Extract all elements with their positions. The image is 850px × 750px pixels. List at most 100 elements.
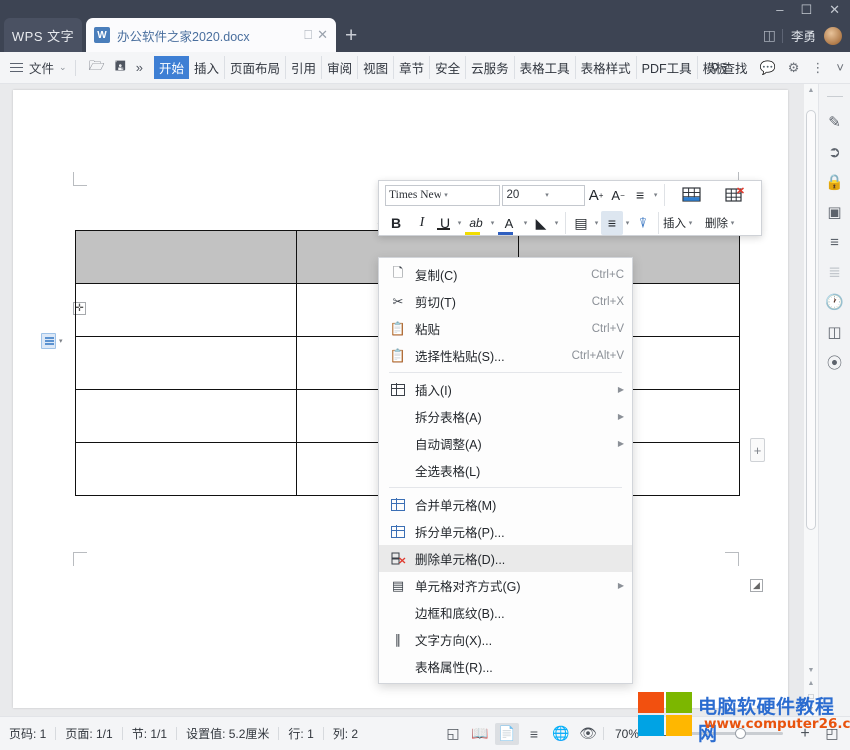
context-menu-item[interactable]: 全选表格(L) (379, 457, 632, 484)
status-item[interactable]: 列: 2 (324, 725, 367, 742)
history-clock-icon[interactable]: 🕐 (822, 287, 848, 317)
chevron-down-icon[interactable]: ▾ (651, 183, 660, 207)
ribbon-tab-5[interactable]: 视图 (358, 56, 394, 79)
borders-icon[interactable]: ▤ (570, 211, 592, 235)
context-menu-item[interactable]: ∥文字方向(X)... (379, 626, 632, 653)
ribbon-tab-6[interactable]: 章节 (394, 56, 430, 79)
bold-button[interactable]: B (383, 211, 409, 235)
ribbon-tab-10[interactable]: 表格样式 (576, 56, 637, 79)
scroll-up-arrow[interactable]: ▲ (804, 84, 818, 97)
shading-color-icon[interactable]: ◣ (530, 211, 552, 235)
ribbon-tab-3[interactable]: 引用 (286, 56, 322, 79)
table-insert-icon[interactable] (669, 183, 713, 207)
context-menu-item[interactable]: 边框和底纹(B)... (379, 599, 632, 626)
context-menu-item[interactable]: 📋粘贴Ctrl+V (379, 315, 632, 342)
ribbon-tab-7[interactable]: 安全 (430, 56, 466, 79)
hamburger-icon[interactable] (10, 63, 23, 72)
align-center-icon[interactable]: ≡ (601, 211, 623, 235)
chevron-down-icon[interactable]: ▾ (552, 211, 561, 235)
ribbon-tab-0[interactable]: 开始 (154, 56, 189, 79)
status-item[interactable]: 页码: 1 (0, 725, 55, 742)
save-icon[interactable]: 🖪 (115, 57, 126, 79)
fullscreen-icon[interactable]: ◱ (441, 723, 465, 745)
context-menu-item[interactable]: ▤单元格对齐方式(G)▶ (379, 572, 632, 599)
chevron-down-icon[interactable]: ▾ (521, 211, 530, 235)
underline-button[interactable]: U (435, 215, 455, 232)
table-cell[interactable] (76, 390, 297, 443)
close-button[interactable]: ✕ (829, 2, 840, 18)
pen-tool-icon[interactable]: ✎ (822, 107, 848, 137)
maximize-button[interactable]: ☐ (800, 2, 812, 18)
context-menu-item[interactable]: 🗋复制(C)Ctrl+C (379, 261, 632, 288)
document-panel-icon[interactable]: ◫ (822, 317, 848, 347)
status-item[interactable]: 节: 1/1 (123, 725, 176, 742)
table-cell[interactable] (76, 443, 297, 496)
ribbon-tab-2[interactable]: 页面布局 (225, 56, 286, 79)
table-add-row-button[interactable]: + (750, 438, 765, 462)
increase-font-size-icon[interactable]: A+ (585, 183, 607, 207)
line-spacing-icon[interactable]: ≡ (629, 183, 651, 207)
ribbon-tab-8[interactable]: 云服务 (466, 56, 515, 79)
chevron-down-icon[interactable]: ▾ (592, 211, 601, 235)
paste-options-icon[interactable]: ▾ (41, 333, 63, 349)
context-menu-item[interactable]: 插入(I)▶ (379, 376, 632, 403)
web-view-icon[interactable]: 🌐 (549, 723, 573, 745)
context-menu-item[interactable]: 📋选择性粘贴(S)...Ctrl+Alt+V (379, 342, 632, 369)
close-tab-icon[interactable]: ✕ (317, 27, 328, 43)
outline-view-icon[interactable]: ≡ (522, 723, 546, 745)
minimize-button[interactable]: – (776, 2, 783, 18)
new-tab-button[interactable]: + (345, 24, 357, 48)
status-item[interactable]: 行: 1 (279, 725, 322, 742)
comment-icon[interactable]: 💬 (760, 60, 776, 76)
font-color-button[interactable]: A (497, 211, 521, 235)
chevron-down-icon[interactable]: ▾ (623, 211, 632, 235)
chevron-down-icon[interactable]: ▾ (728, 211, 737, 235)
chevron-down-icon[interactable]: ▾ (542, 191, 581, 199)
gear-icon[interactable]: ⚙ (788, 60, 800, 76)
chevron-down-icon[interactable]: ▾ (59, 337, 63, 345)
chevron-down-icon[interactable]: ▾ (686, 211, 695, 235)
chevron-down-icon[interactable]: ▾ (441, 191, 496, 199)
context-menu-item[interactable]: 表格属性(R)... (379, 653, 632, 680)
table-delete-icon[interactable] (713, 183, 757, 207)
insert-label[interactable]: 插入 (663, 215, 686, 231)
split-view-icon[interactable]: ◫ (763, 27, 774, 44)
status-item[interactable]: 设置值: 5.2厘米 (177, 725, 278, 742)
two-page-view-icon[interactable]: 📖 (468, 723, 492, 745)
find-button[interactable]: ⚲ 查找 (710, 58, 747, 77)
document-tab[interactable]: 办公软件之家2020.docx ⎕ ✕ (86, 18, 336, 52)
ribbon-tab-11[interactable]: PDF工具 (637, 56, 698, 79)
text-convert-icon[interactable]: ▣ (822, 197, 848, 227)
more-vertical-icon[interactable]: ⋮ (811, 60, 824, 76)
eye-protection-icon[interactable]: 👁 (576, 723, 600, 745)
context-menu-item[interactable]: 删除单元格(D)... (379, 545, 632, 572)
paragraph-layout-icon[interactable]: ≡ (822, 227, 848, 257)
previous-page-icon[interactable]: ▲ (804, 677, 818, 690)
table-cell[interactable] (76, 231, 297, 284)
file-menu-button[interactable]: 文件 (29, 58, 54, 77)
cursor-select-icon[interactable]: ➲ (822, 137, 848, 167)
font-name-combo[interactable]: Times New Roma ▾ (385, 185, 500, 206)
user-avatar[interactable] (824, 27, 842, 45)
restore-tab-icon[interactable]: ⎕ (304, 27, 312, 43)
context-menu-item[interactable]: 拆分单元格(P)... (379, 518, 632, 545)
app-badge[interactable]: WPS 文字 (4, 18, 82, 52)
italic-button[interactable]: I (409, 211, 435, 235)
ribbon-tab-4[interactable]: 审阅 (322, 56, 358, 79)
context-menu-item[interactable]: ✂剪切(T)Ctrl+X (379, 288, 632, 315)
vertical-scrollbar[interactable]: ▲ ▼ ▲ ☐ ▼ (804, 84, 818, 716)
chevron-down-icon[interactable]: ▾ (455, 211, 464, 235)
context-menu-item[interactable]: 拆分表格(A)▶ (379, 403, 632, 430)
context-menu-item[interactable]: 合并单元格(M) (379, 491, 632, 518)
open-folder-icon[interactable]: 🗁 (89, 57, 105, 79)
page-view-icon[interactable]: 📄 (495, 723, 519, 745)
more-chevron-icon[interactable]: » (136, 60, 143, 75)
table-cell[interactable] (76, 284, 297, 337)
table-resize-handle-icon[interactable]: ◢ (750, 579, 763, 592)
context-menu-item[interactable]: 自动调整(A)▶ (379, 430, 632, 457)
delete-label[interactable]: 删除 (705, 215, 728, 231)
collapse-ribbon-icon[interactable]: ˅ (836, 60, 844, 75)
decrease-font-size-icon[interactable]: A− (607, 183, 629, 207)
lock-icon[interactable]: 🔒 (822, 167, 848, 197)
scrollbar-thumb[interactable] (806, 110, 816, 530)
